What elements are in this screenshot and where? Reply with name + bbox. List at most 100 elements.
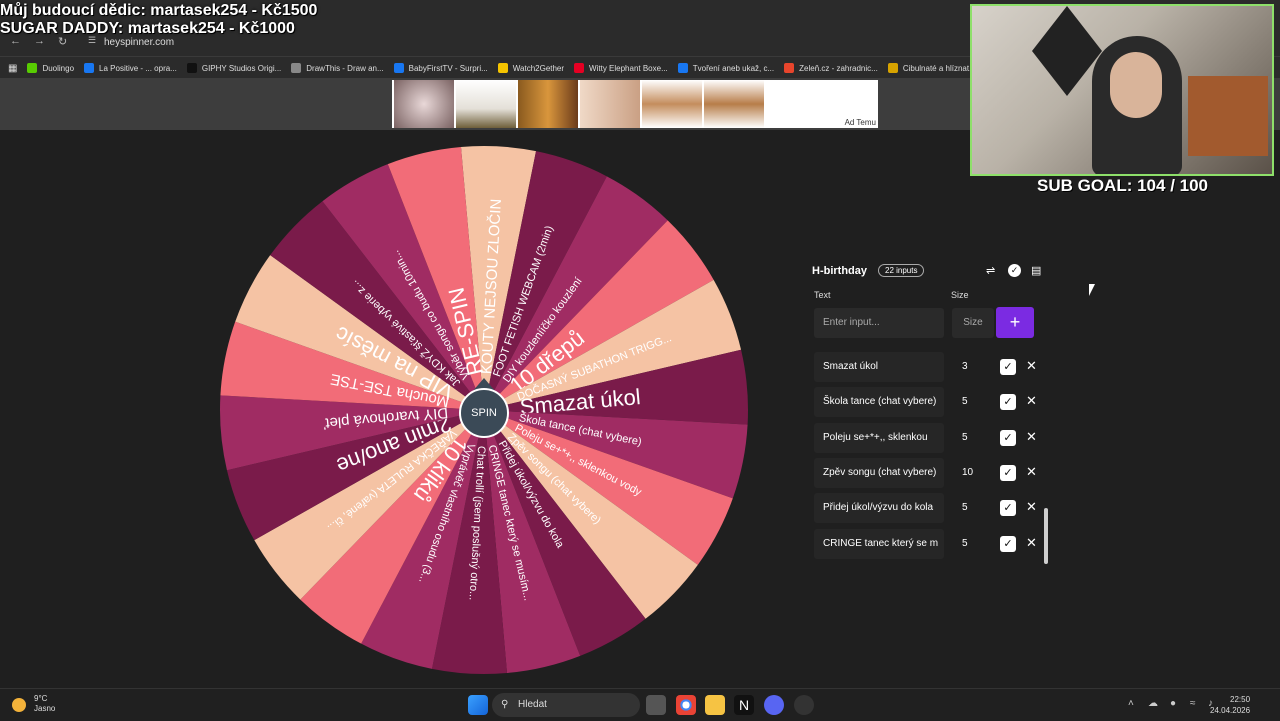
bookmark-label: Zeleň.cz - zahradnic... xyxy=(799,63,878,73)
input-row-text[interactable]: CRINGE tanec který se m xyxy=(814,528,944,559)
input-row-check-icon[interactable]: ✓ xyxy=(1000,394,1016,411)
ad-banner[interactable]: Ad Temu xyxy=(392,80,878,128)
input-row-check-icon[interactable]: ✓ xyxy=(1000,535,1016,552)
input-row-delete-icon[interactable]: ✕ xyxy=(1026,429,1037,445)
input-row[interactable]: Zpěv songu (chat vybere) 10 ✓ ✕ xyxy=(814,457,1044,488)
spin-button[interactable]: SPIN xyxy=(459,388,509,438)
streamer-face xyxy=(1110,52,1162,118)
add-input-button[interactable]: + xyxy=(996,307,1034,338)
cabinet xyxy=(1188,76,1268,156)
reload-icon[interactable]: ↻ xyxy=(58,35,67,48)
bookmark-favicon-icon xyxy=(784,63,795,73)
search-icon: ⚲ xyxy=(501,699,509,710)
bookmark-label: GIPHY Studios Origi... xyxy=(201,63,282,73)
ad-thumb xyxy=(518,80,578,128)
input-row[interactable]: Přidej úkol/výzvu do kola 5 ✓ ✕ xyxy=(814,493,1044,524)
input-row-size[interactable]: 5 xyxy=(954,423,1002,453)
input-row[interactable]: Smazat úkol 3 ✓ ✕ xyxy=(814,352,1044,382)
start-icon[interactable] xyxy=(468,695,488,715)
input-row-size[interactable]: 10 xyxy=(954,458,1002,488)
input-row-delete-icon[interactable]: ✕ xyxy=(1026,464,1037,480)
bookmark-favicon-icon xyxy=(27,63,38,73)
obs-icon[interactable] xyxy=(794,695,814,715)
input-row-check-icon[interactable]: ✓ xyxy=(1000,429,1016,446)
weather-widget[interactable]: 9°C Jasno xyxy=(34,694,55,714)
forward-icon[interactable]: → xyxy=(34,35,45,47)
input-row[interactable]: CRINGE tanec který se m 5 ✓ ✕ xyxy=(814,528,1044,559)
check-all-icon[interactable]: ✓ xyxy=(1008,264,1021,277)
input-row[interactable]: Škola tance (chat vybere) 5 ✓ ✕ xyxy=(814,387,1044,418)
input-row-delete-icon[interactable]: ✕ xyxy=(1026,499,1037,515)
mic-tray-icon[interactable]: ● xyxy=(1170,698,1176,709)
clock[interactable]: 22:50 24.04.2026 xyxy=(1210,694,1250,716)
bookmark-favicon-icon xyxy=(497,63,508,73)
bookmark-label: La Positive - ... opra... xyxy=(99,63,177,73)
bookmark-item[interactable]: Duolingo xyxy=(27,63,74,73)
bookmark-favicon-icon xyxy=(574,63,585,73)
panel-scrollbar[interactable] xyxy=(1044,508,1048,564)
network-tray-icon[interactable]: ☁ xyxy=(1148,698,1158,709)
task-view-icon[interactable] xyxy=(646,695,666,715)
bookmark-item[interactable]: GIPHY Studios Origi... xyxy=(186,63,282,73)
sub-goal: SUB GOAL: 104 / 100 xyxy=(1037,176,1209,195)
shuffle-icon[interactable]: ⇌ xyxy=(986,264,995,277)
bookmark-item[interactable]: DrawThis - Draw an... xyxy=(291,63,384,73)
column-size-header: Size xyxy=(951,290,969,300)
bookmark-item[interactable]: Tvoření aneb ukaž, c... xyxy=(677,63,775,73)
notion-icon[interactable]: N xyxy=(734,695,754,715)
back-icon[interactable]: ← xyxy=(10,35,21,47)
new-size-field[interactable]: Size xyxy=(952,308,994,338)
discord-icon[interactable] xyxy=(764,695,784,715)
input-row-size[interactable]: 3 xyxy=(954,352,1002,382)
ad-label: Ad Temu xyxy=(844,118,876,127)
input-row[interactable]: Poleju se+*+,, sklenkou 5 ✓ ✕ xyxy=(814,422,1044,453)
input-row-size[interactable]: 5 xyxy=(954,529,1002,559)
bookmark-item[interactable]: Watch2Gether xyxy=(497,63,565,73)
new-input-field[interactable]: Enter input... xyxy=(814,308,944,338)
input-row-delete-icon[interactable]: ✕ xyxy=(1026,535,1037,551)
column-text-header: Text xyxy=(814,290,831,300)
bookmark-label: Cibulnaté a hlíznat... xyxy=(902,63,976,73)
bookmark-label: DrawThis - Draw an... xyxy=(306,63,384,73)
input-row-text[interactable]: Škola tance (chat vybere) xyxy=(814,387,944,418)
tray-chevron-icon[interactable]: ˄ xyxy=(1128,698,1134,709)
input-row-check-icon[interactable]: ✓ xyxy=(1000,500,1016,517)
bookmark-label: Witty Elephant Boxe... xyxy=(589,63,668,73)
input-row-size[interactable]: 5 xyxy=(954,387,1002,417)
ad-thumb xyxy=(642,80,702,128)
input-row-check-icon[interactable]: ✓ xyxy=(1000,359,1016,375)
site-info-icon[interactable]: ☰ xyxy=(88,35,96,46)
bookmark-item[interactable]: Witty Elephant Boxe... xyxy=(574,63,668,73)
apps-icon[interactable]: ▦ xyxy=(8,63,17,74)
input-row-size[interactable]: 5 xyxy=(954,493,1002,523)
bookmark-item[interactable]: BabyFirstTV - Surpri... xyxy=(393,63,488,73)
clipboard-icon[interactable]: ▤ xyxy=(1031,264,1041,277)
file-explorer-icon[interactable] xyxy=(705,695,725,715)
address-bar[interactable]: heyspinner.com xyxy=(104,37,174,48)
donation-overlay-heir: Můj budoucí dědic: martasek254 - Kč1500 xyxy=(0,2,318,19)
chrome-icon[interactable] xyxy=(676,695,696,715)
bookmark-item[interactable]: La Positive - ... opra... xyxy=(84,63,177,73)
wifi-icon[interactable]: ≈ xyxy=(1190,698,1196,709)
ad-thumb xyxy=(704,80,764,128)
input-row-text[interactable]: Smazat úkol xyxy=(814,352,944,382)
taskbar-search[interactable]: ⚲ Hledat xyxy=(492,693,640,717)
input-row-delete-icon[interactable]: ✕ xyxy=(1026,393,1037,409)
input-row-delete-icon[interactable]: ✕ xyxy=(1026,358,1037,374)
bookmark-favicon-icon xyxy=(84,63,95,73)
input-row-check-icon[interactable]: ✓ xyxy=(1000,464,1016,481)
bookmark-label: Tvoření aneb ukaž, c... xyxy=(692,63,775,73)
input-row-text[interactable]: Zpěv songu (chat vybere) xyxy=(814,457,944,488)
input-row-text[interactable]: Poleju se+*+,, sklenkou xyxy=(814,422,944,453)
bookmark-item[interactable]: Cibulnaté a hlíznat... xyxy=(887,63,976,73)
wheel-title[interactable]: H-birthday xyxy=(812,265,867,277)
bookmark-favicon-icon xyxy=(393,63,404,73)
inputs-count-badge: 22 inputs xyxy=(878,264,925,277)
weather-temp: 9°C xyxy=(34,694,48,703)
weather-icon[interactable] xyxy=(12,698,26,712)
bookmark-label: Watch2Gether xyxy=(512,63,565,73)
ad-thumb xyxy=(456,80,516,128)
bookmark-item[interactable]: Zeleň.cz - zahradnic... xyxy=(784,63,878,73)
bookmark-favicon-icon xyxy=(677,63,688,73)
input-row-text[interactable]: Přidej úkol/výzvu do kola xyxy=(814,493,944,524)
